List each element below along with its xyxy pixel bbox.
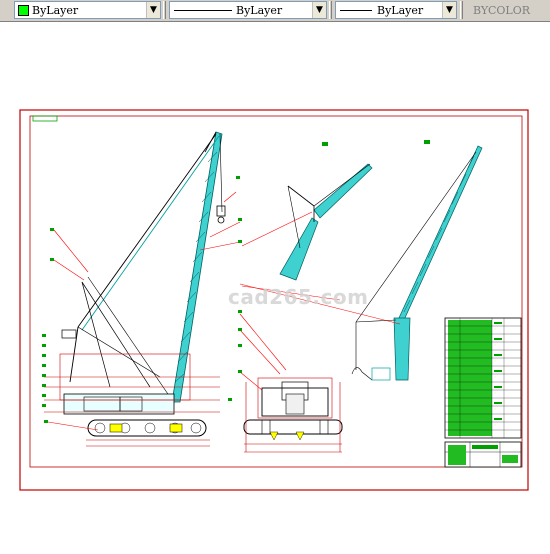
chevron-down-icon[interactable]: ▼ [442, 2, 456, 18]
linetype-control-value: ByLayer [236, 4, 283, 17]
crane-side-view [42, 131, 242, 447]
color-control-value: ByLayer [32, 4, 79, 17]
lineweight-control-dropdown[interactable]: ByLayer ▼ [335, 1, 457, 19]
chevron-down-icon[interactable]: ▼ [312, 2, 326, 18]
plotstyle-control-value: BYCOLOR [473, 4, 530, 17]
color-control-dropdown[interactable]: ByLayer ▼ [14, 1, 161, 19]
lineweight-sample-icon [340, 10, 372, 11]
frame-label-box [32, 115, 58, 122]
chevron-down-icon[interactable]: ▼ [146, 2, 160, 18]
color-swatch-icon [18, 5, 29, 16]
toolbar-grip[interactable] [329, 1, 332, 19]
lineweight-control-value: ByLayer [377, 4, 424, 17]
drawing-canvas[interactable]: cad265.com [0, 22, 550, 550]
properties-toolbar: ByLayer ▼ ByLayer ▼ ByLayer ▼ BYCOLOR [0, 0, 550, 22]
parts-list-table [444, 317, 522, 439]
crane-front-view [228, 310, 343, 453]
boom-detail-view [241, 140, 430, 281]
linetype-control-dropdown[interactable]: ByLayer ▼ [169, 1, 327, 19]
toolbar-grip[interactable] [163, 1, 166, 19]
linetype-sample-icon [174, 10, 232, 11]
toolbar-grip[interactable] [460, 1, 463, 19]
title-block [444, 441, 522, 468]
watermark-text: cad265.com [228, 285, 369, 309]
